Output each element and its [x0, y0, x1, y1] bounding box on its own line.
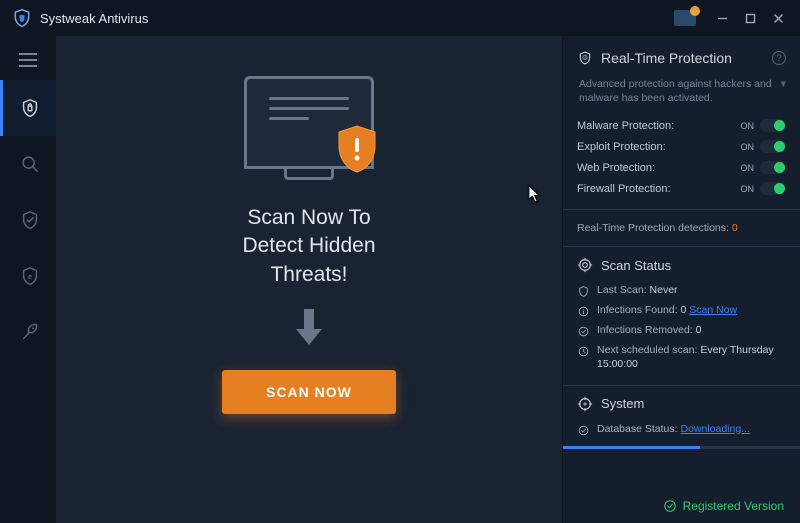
toggle-malware[interactable]: [760, 119, 786, 132]
sidebar-item-scan[interactable]: [0, 136, 56, 192]
sidebar: e: [0, 36, 56, 523]
infections-found-row: Infections Found: 0 Scan Now: [577, 301, 786, 321]
protection-row-web: Web Protection: ON: [577, 157, 786, 178]
headline-l2: Detect Hidden: [242, 234, 375, 257]
headline-l1: Scan Now To: [247, 206, 370, 229]
db-status-value: Downloading...: [680, 423, 749, 435]
app-logo-icon: [12, 8, 32, 28]
registered-footer: Registered Version: [663, 499, 784, 513]
last-scan-row: Last Scan: Never: [577, 281, 786, 301]
title-bar: Systweak Antivirus: [0, 0, 800, 36]
realtime-heading: i Real-Time Protection ?: [577, 50, 786, 66]
help-icon[interactable]: ?: [772, 51, 786, 65]
check-circle-icon: [577, 424, 590, 437]
shield-check-icon: [577, 285, 590, 298]
cursor-icon: [528, 185, 540, 203]
download-progress: [563, 446, 800, 449]
scan-now-button[interactable]: SCAN NOW: [222, 370, 396, 414]
system-heading: System: [577, 396, 786, 412]
headline: Scan Now To Detect Hidden Threats!: [242, 204, 375, 289]
maximize-button[interactable]: [736, 4, 764, 32]
toggle-firewall[interactable]: [760, 182, 786, 195]
headline-l3: Threats!: [270, 263, 347, 286]
advanced-description: Advanced protection against hackers and …: [577, 74, 786, 115]
chevron-down-icon[interactable]: ▾: [781, 78, 786, 105]
check-circle-icon: [663, 499, 677, 513]
menu-button[interactable]: [0, 40, 56, 80]
threat-shield-icon: [335, 124, 379, 174]
sidebar-item-shield[interactable]: [0, 192, 56, 248]
info-icon: [577, 305, 590, 318]
app-title: Systweak Antivirus: [40, 11, 148, 26]
arrow-down-icon: [292, 307, 326, 352]
minimize-button[interactable]: [708, 4, 736, 32]
check-circle-icon: [577, 325, 590, 338]
monitor-illustration: [244, 76, 374, 166]
main-pane: Scan Now To Detect Hidden Threats! SCAN …: [56, 36, 562, 523]
close-button[interactable]: [764, 4, 792, 32]
sidebar-item-protection[interactable]: [0, 80, 56, 136]
detections-line: Real-Time Protection detections: 0: [577, 220, 786, 236]
scan-status-heading: Scan Status: [577, 257, 786, 273]
sidebar-item-privacy[interactable]: e: [0, 248, 56, 304]
protection-row-firewall: Firewall Protection: ON: [577, 178, 786, 199]
database-status-row: Database Status: Downloading...: [577, 420, 786, 440]
protection-row-exploit: Exploit Protection: ON: [577, 136, 786, 157]
clock-icon: [577, 345, 590, 358]
protection-row-malware: Malware Protection: ON: [577, 115, 786, 136]
right-panel: i Real-Time Protection ? Advanced protec…: [562, 36, 800, 523]
credit-card-icon[interactable]: [674, 10, 696, 26]
scan-now-link[interactable]: Scan Now: [689, 304, 737, 316]
infections-removed-row: Infections Removed: 0: [577, 321, 786, 341]
svg-text:e: e: [27, 272, 31, 281]
next-scheduled-row: Next scheduled scan: Every Thursday 15:0…: [577, 341, 786, 374]
sidebar-item-optimize[interactable]: [0, 304, 56, 360]
toggle-web[interactable]: [760, 161, 786, 174]
toggle-exploit[interactable]: [760, 140, 786, 153]
